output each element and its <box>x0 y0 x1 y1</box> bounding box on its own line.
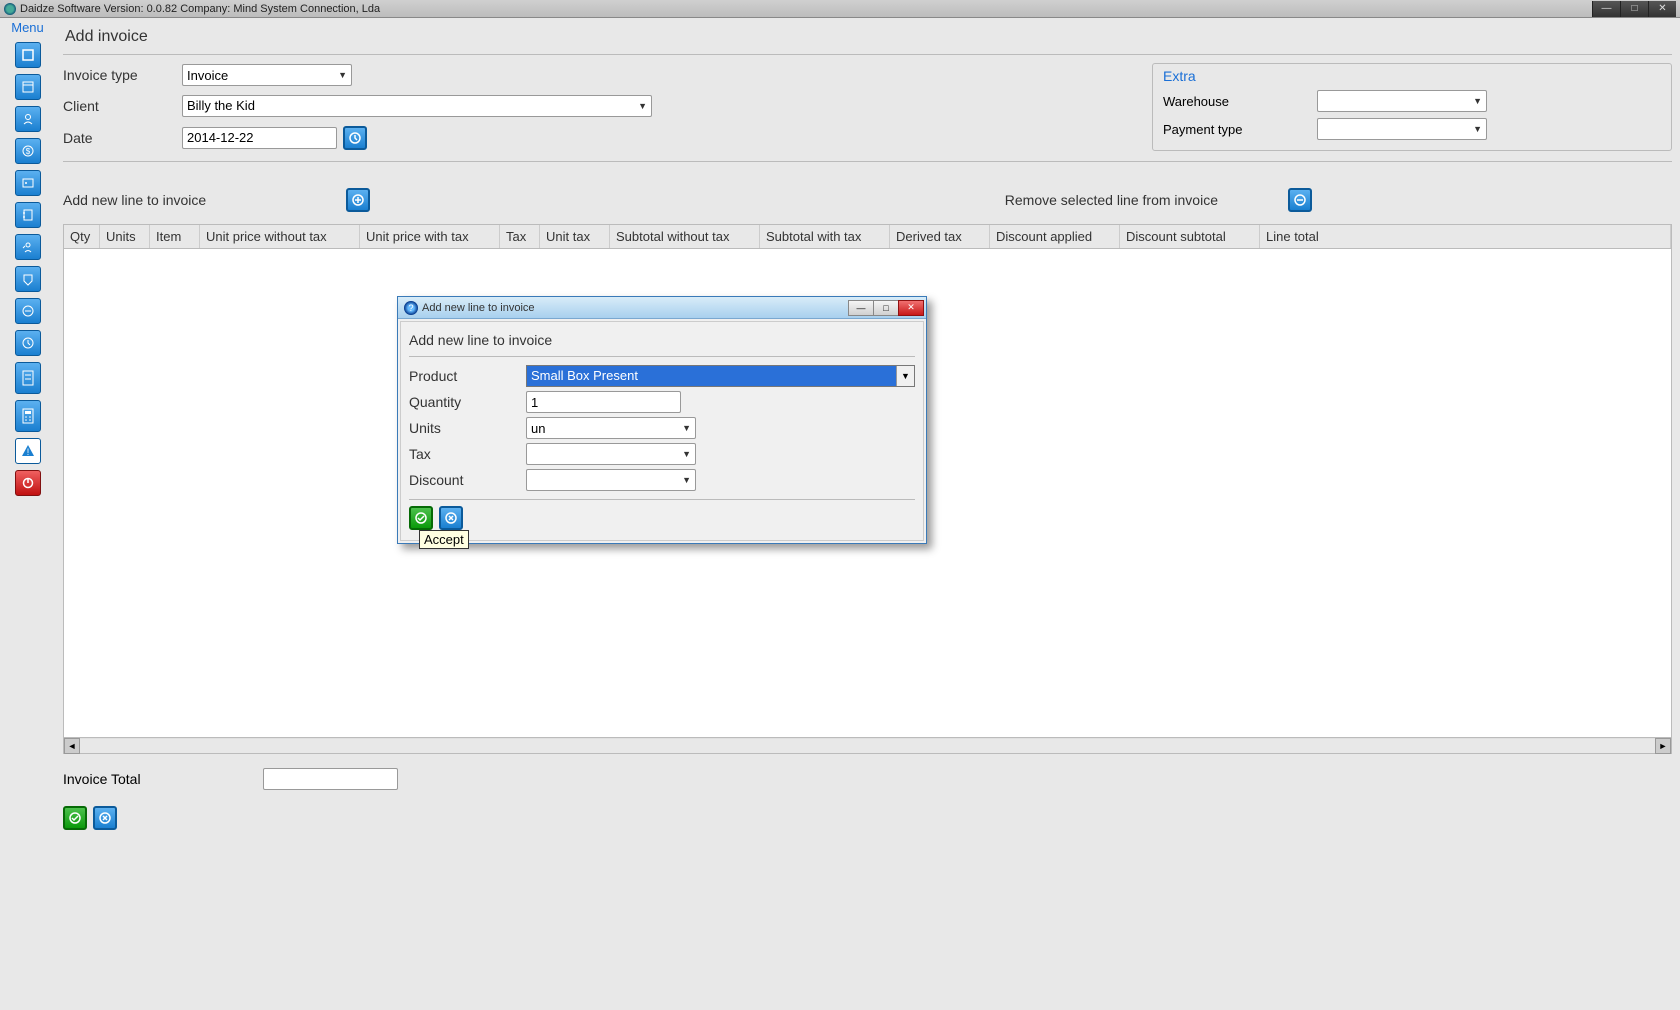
scroll-left-icon[interactable]: ◄ <box>64 738 80 754</box>
tax-combo[interactable]: ▼ <box>526 443 696 465</box>
accept-invoice-button[interactable] <box>63 806 87 830</box>
add-line-label: Add new line to invoice <box>63 192 206 208</box>
page-title: Add invoice <box>63 18 1672 54</box>
invoice-total-input[interactable] <box>263 768 398 790</box>
svg-text:$: $ <box>25 147 30 156</box>
sidebar-icon-3[interactable] <box>15 106 41 132</box>
remove-line-button[interactable] <box>1288 188 1312 212</box>
horizontal-scrollbar[interactable]: ◄ ► <box>64 737 1671 753</box>
dialog-title: Add new line to invoice <box>422 302 849 314</box>
dialog-close-button[interactable]: ✕ <box>898 300 924 316</box>
sidebar-icon-warning[interactable]: ! <box>15 438 41 464</box>
th-unit-price-wo-tax[interactable]: Unit price without tax <box>200 225 360 248</box>
remove-line-label: Remove selected line from invoice <box>1005 192 1218 208</box>
chevron-down-icon: ▼ <box>1473 124 1482 134</box>
sidebar: Menu $ ! <box>0 18 55 1010</box>
dialog-maximize-button[interactable]: □ <box>873 300 899 316</box>
chevron-down-icon: ▼ <box>682 449 691 459</box>
product-label: Product <box>409 368 524 384</box>
quantity-label: Quantity <box>409 394 524 410</box>
divider <box>63 54 1672 55</box>
th-subtotal-wo-tax[interactable]: Subtotal without tax <box>610 225 760 248</box>
sidebar-icon-9[interactable] <box>15 298 41 324</box>
product-combo[interactable]: Small Box Present ▼ <box>526 365 915 387</box>
quantity-input[interactable]: 1 <box>526 391 681 413</box>
invoice-type-label: Invoice type <box>63 67 178 83</box>
add-line-dialog: ? Add new line to invoice — □ ✕ Add new … <box>397 296 927 544</box>
extra-title: Extra <box>1163 68 1661 84</box>
th-unit-price-w-tax[interactable]: Unit price with tax <box>360 225 500 248</box>
client-combo[interactable]: Billy the Kid ▼ <box>182 95 652 117</box>
date-input[interactable]: 2014-12-22 <box>182 127 337 149</box>
date-picker-button[interactable] <box>343 126 367 150</box>
window-maximize-button[interactable]: □ <box>1620 1 1648 17</box>
tooltip-accept: Accept <box>419 530 469 549</box>
dialog-minimize-button[interactable]: — <box>848 300 874 316</box>
invoice-type-value: Invoice <box>187 68 228 83</box>
sidebar-icon-power[interactable] <box>15 470 41 496</box>
chevron-down-icon: ▼ <box>1473 96 1482 106</box>
payment-type-combo[interactable]: ▼ <box>1317 118 1487 140</box>
sidebar-icon-11[interactable] <box>15 362 41 394</box>
extra-panel: Extra Warehouse ▼ Payment type ▼ <box>1152 63 1672 151</box>
cancel-invoice-button[interactable] <box>93 806 117 830</box>
th-item[interactable]: Item <box>150 225 200 248</box>
client-label: Client <box>63 98 178 114</box>
divider <box>409 356 915 357</box>
sidebar-icon-2[interactable] <box>15 74 41 100</box>
divider <box>63 161 1672 162</box>
invoice-type-combo[interactable]: Invoice ▼ <box>182 64 352 86</box>
invoice-total-label: Invoice Total <box>63 771 253 787</box>
th-line-total[interactable]: Line total <box>1260 225 1671 248</box>
dialog-heading: Add new line to invoice <box>409 332 915 348</box>
dialog-titlebar[interactable]: ? Add new line to invoice — □ ✕ <box>398 297 926 319</box>
chevron-down-icon: ▼ <box>338 70 347 80</box>
discount-combo[interactable]: ▼ <box>526 469 696 491</box>
sidebar-icon-8[interactable] <box>15 266 41 292</box>
th-discount-subtotal[interactable]: Discount subtotal <box>1120 225 1260 248</box>
product-value: Small Box Present <box>527 366 896 386</box>
th-tax[interactable]: Tax <box>500 225 540 248</box>
menu-label: Menu <box>11 20 44 35</box>
sidebar-icon-7[interactable] <box>15 234 41 260</box>
scroll-track[interactable] <box>80 739 1655 753</box>
sidebar-icon-1[interactable] <box>15 42 41 68</box>
dialog-cancel-button[interactable] <box>439 506 463 530</box>
units-combo[interactable]: un▼ <box>526 417 696 439</box>
th-qty[interactable]: Qty <box>64 225 100 248</box>
sidebar-icon-10[interactable] <box>15 330 41 356</box>
th-discount-applied[interactable]: Discount applied <box>990 225 1120 248</box>
th-units[interactable]: Units <box>100 225 150 248</box>
window-close-button[interactable]: ✕ <box>1648 1 1676 17</box>
tax-label: Tax <box>409 446 524 462</box>
units-label: Units <box>409 420 524 436</box>
dialog-icon: ? <box>404 301 418 315</box>
window-title: Daidze Software Version: 0.0.82 Company:… <box>20 3 1592 15</box>
app-icon <box>4 3 16 15</box>
scroll-right-icon[interactable]: ► <box>1655 738 1671 754</box>
dialog-accept-button[interactable] <box>409 506 433 530</box>
table-header: Qty Units Item Unit price without tax Un… <box>64 225 1671 249</box>
th-derived-tax[interactable]: Derived tax <box>890 225 990 248</box>
chevron-down-icon: ▼ <box>682 475 691 485</box>
chevron-down-icon: ▼ <box>682 423 691 433</box>
window-minimize-button[interactable]: — <box>1592 1 1620 17</box>
th-subtotal-w-tax[interactable]: Subtotal with tax <box>760 225 890 248</box>
warehouse-combo[interactable]: ▼ <box>1317 90 1487 112</box>
discount-label: Discount <box>409 472 524 488</box>
chevron-down-icon[interactable]: ▼ <box>896 366 914 386</box>
sidebar-icon-5[interactable] <box>15 170 41 196</box>
window-titlebar: Daidze Software Version: 0.0.82 Company:… <box>0 0 1680 18</box>
chevron-down-icon: ▼ <box>638 101 647 111</box>
date-label: Date <box>63 130 178 146</box>
sidebar-icon-4[interactable]: $ <box>15 138 41 164</box>
payment-type-label: Payment type <box>1163 122 1313 137</box>
svg-text:!: ! <box>26 447 29 457</box>
sidebar-icon-12[interactable] <box>15 400 41 432</box>
sidebar-icon-6[interactable] <box>15 202 41 228</box>
add-line-button[interactable] <box>346 188 370 212</box>
warehouse-label: Warehouse <box>1163 94 1313 109</box>
client-value: Billy the Kid <box>187 98 255 113</box>
th-unit-tax[interactable]: Unit tax <box>540 225 610 248</box>
